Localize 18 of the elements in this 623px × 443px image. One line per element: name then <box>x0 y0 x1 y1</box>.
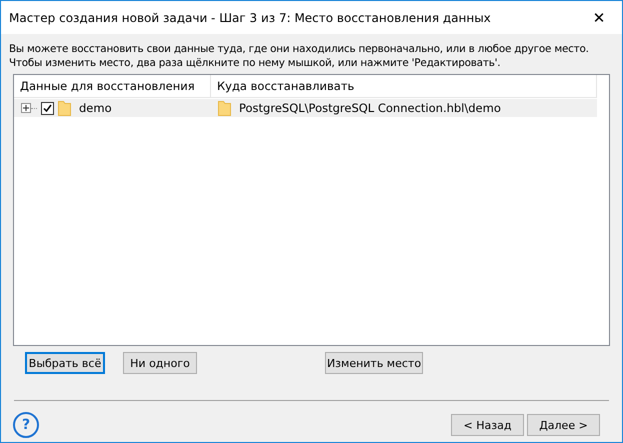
back-button[interactable]: < Назад <box>451 414 524 436</box>
expand-icon[interactable] <box>21 103 31 113</box>
help-icon[interactable]: ? <box>13 412 39 438</box>
column-header[interactable]: Данные для восстановления <box>14 75 211 97</box>
action-button[interactable]: Выбрать всё <box>25 352 105 374</box>
description-text: Вы можете восстановить свои данные туда, где они находились первоначально, или в любое другое место. Чтобы изменить место, два раза щёлкните по нему мышкой, или нажмите 'Редактировать'. <box>9 42 590 70</box>
action-button[interactable]: Изменить место <box>325 352 423 374</box>
close-button[interactable]: ✕ <box>576 1 622 34</box>
checkbox[interactable] <box>41 102 54 114</box>
column-header[interactable]: Куда восстанавливать <box>211 75 597 97</box>
data-name-text: demo <box>79 101 112 115</box>
action-button[interactable]: Ни одного <box>123 352 197 374</box>
next-button[interactable]: Далее > <box>527 414 600 436</box>
table-row[interactable]: demo PostgreSQL\PostgreSQL Connection.hbl\demo <box>14 99 597 117</box>
folder-icon <box>58 100 71 116</box>
destination-text: PostgreSQL\PostgreSQL Connection.hbl\demo <box>239 101 501 115</box>
folder-icon <box>218 100 231 116</box>
window-title: Мастер создания новой задачи - Шаг 3 из 7: Место восстановления данных <box>9 10 491 24</box>
